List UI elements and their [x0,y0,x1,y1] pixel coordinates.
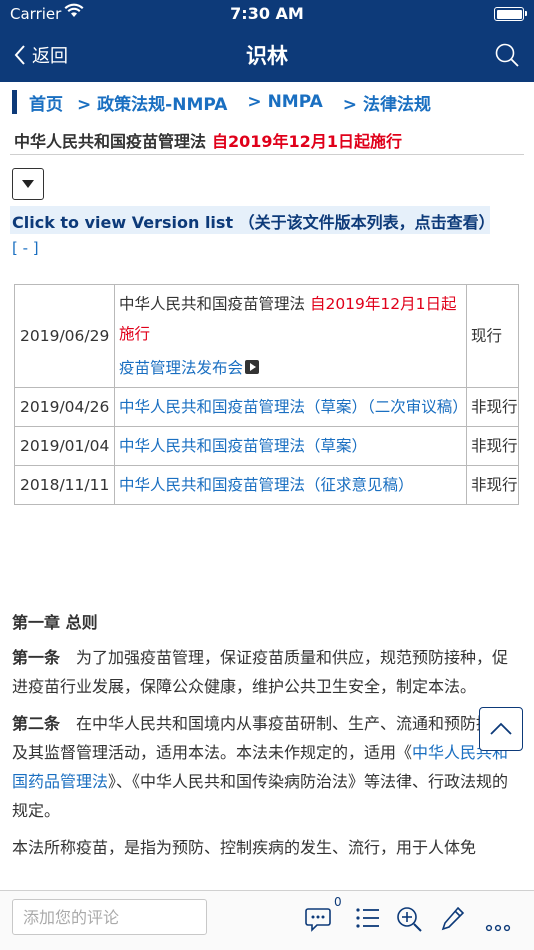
version-name-cell: 中华人民共和国疫苗管理法 自2019年12月1日起施行 疫苗管理法发布会 [114,284,467,388]
comments-icon[interactable] [304,905,332,937]
back-label: 返回 [32,46,68,67]
breadcrumb-item-laws[interactable]: > 法律法规 [343,90,431,115]
version-status: 非现行 [466,387,519,427]
law-body: 第一章 总则 第一条 为了加强疫苗管理，保证疫苗质量和供应，规范预防接种，促进疫苗… [12,608,520,870]
version-title-link[interactable]: 中华人民共和国疫苗管理法（征求意见稿） [119,476,414,494]
version-date: 2018/11/11 [14,465,115,505]
chevron-up-icon [490,722,512,735]
article-content[interactable]: 首页 > 政策法规-NMPA > NMPA > 法律法规 中华人民共和国疫苗管理… [0,82,534,890]
press-conference-link[interactable]: 疫苗管理法发布会 [119,359,243,377]
article-2-label: 第二条 [12,714,61,733]
version-status: 非现行 [466,465,519,505]
version-title-link[interactable]: 中华人民共和国疫苗管理法（草案） [119,437,367,455]
version-name-cell: 中华人民共和国疫苗管理法（征求意见稿） [114,465,467,505]
comment-input[interactable] [12,899,207,935]
app-header: Carrier 7:30 AM 返回 识林 [0,0,534,82]
breadcrumb: 首页 > 政策法规-NMPA > NMPA > 法律法规 [12,90,437,115]
table-row: 2019/06/29 中华人民共和国疫苗管理法 自2019年12月1日起施行 疫… [14,284,519,388]
article-1: 第一条 为了加强疫苗管理，保证疫苗质量和供应，规范预防接种，促进疫苗行业发展，保障… [12,643,520,701]
version-title[interactable]: 中华人民共和国疫苗管理法 [119,295,305,313]
document-title-text: 中华人民共和国疫苗管理法 [14,132,207,151]
article-1-label: 第一条 [12,648,61,667]
expand-toggle-button[interactable] [12,168,44,200]
pencil-icon[interactable] [440,905,466,937]
effective-date: 自2019年12月1日起施行 [212,132,402,151]
version-name-cell: 中华人民共和国疫苗管理法（草案）（二次审议稿） [114,387,468,427]
document-title: 中华人民共和国疫苗管理法 自2019年12月1日起施行 [14,128,402,152]
table-row: 2019/01/04 中华人民共和国疫苗管理法（草案） 非现行 [14,426,519,466]
breadcrumb-item-nmpa[interactable]: > NMPA [247,92,322,112]
article-1-text: 为了加强疫苗管理，保证疫苗质量和供应，规范预防接种，促进疫苗行业发展，保障公众健… [12,648,509,696]
status-bar: Carrier 7:30 AM [0,0,534,30]
collapse-button[interactable]: [ - ] [12,239,39,257]
divider [10,154,524,155]
version-list-link[interactable]: Click to view Version list （关于该文件版本列表，点击… [10,206,495,234]
breadcrumb-home[interactable]: 首页 [29,90,63,115]
back-button[interactable]: 返回 [14,42,68,68]
zoom-in-icon[interactable] [395,905,423,937]
battery-icon [494,7,527,21]
bottom-toolbar: 0 [0,890,534,950]
chevron-left-icon [14,45,25,65]
table-row: 2019/04/26 中华人民共和国疫苗管理法（草案）（二次审议稿） 非现行 [14,387,519,427]
breadcrumb-marker [12,90,17,114]
caret-down-icon [22,180,34,188]
list-icon[interactable] [355,905,381,935]
search-icon[interactable] [494,42,520,72]
version-date: 2019/01/04 [14,426,115,466]
version-status: 现行 [466,284,519,388]
nav-bar: 返回 识林 [0,30,534,82]
chapter-heading: 第一章 总则 [12,613,98,632]
scroll-to-top-button[interactable] [479,707,523,751]
table-row: 2018/11/11 中华人民共和国疫苗管理法（征求意见稿） 非现行 [14,465,519,505]
version-status: 非现行 [466,426,519,466]
version-date: 2019/04/26 [14,387,115,427]
video-play-icon[interactable] [245,360,260,374]
status-time: 7:30 AM [230,4,304,23]
version-table: 2019/06/29 中华人民共和国疫苗管理法 自2019年12月1日起施行 疫… [14,284,519,505]
version-name-cell: 中华人民共和国疫苗管理法（草案） [114,426,467,466]
version-title-link[interactable]: 中华人民共和国疫苗管理法（草案）（二次审议稿） [119,398,468,416]
battery-level [496,9,522,19]
article-2-paragraph: 本法所称疫苗，是指为预防、控制疾病的发生、流行，用于人体免 [12,838,477,857]
article-2: 第二条 在中华人民共和国境内从事疫苗研制、生产、流通和预防接种及其监督管理活动，适… [12,709,520,825]
more-icon[interactable] [485,917,511,936]
page-title: 识林 [246,44,288,68]
version-date: 2019/06/29 [14,284,115,388]
comment-count-badge: 0 [334,895,342,909]
breadcrumb-item-nmpa-policy[interactable]: > 政策法规-NMPA [77,90,227,115]
